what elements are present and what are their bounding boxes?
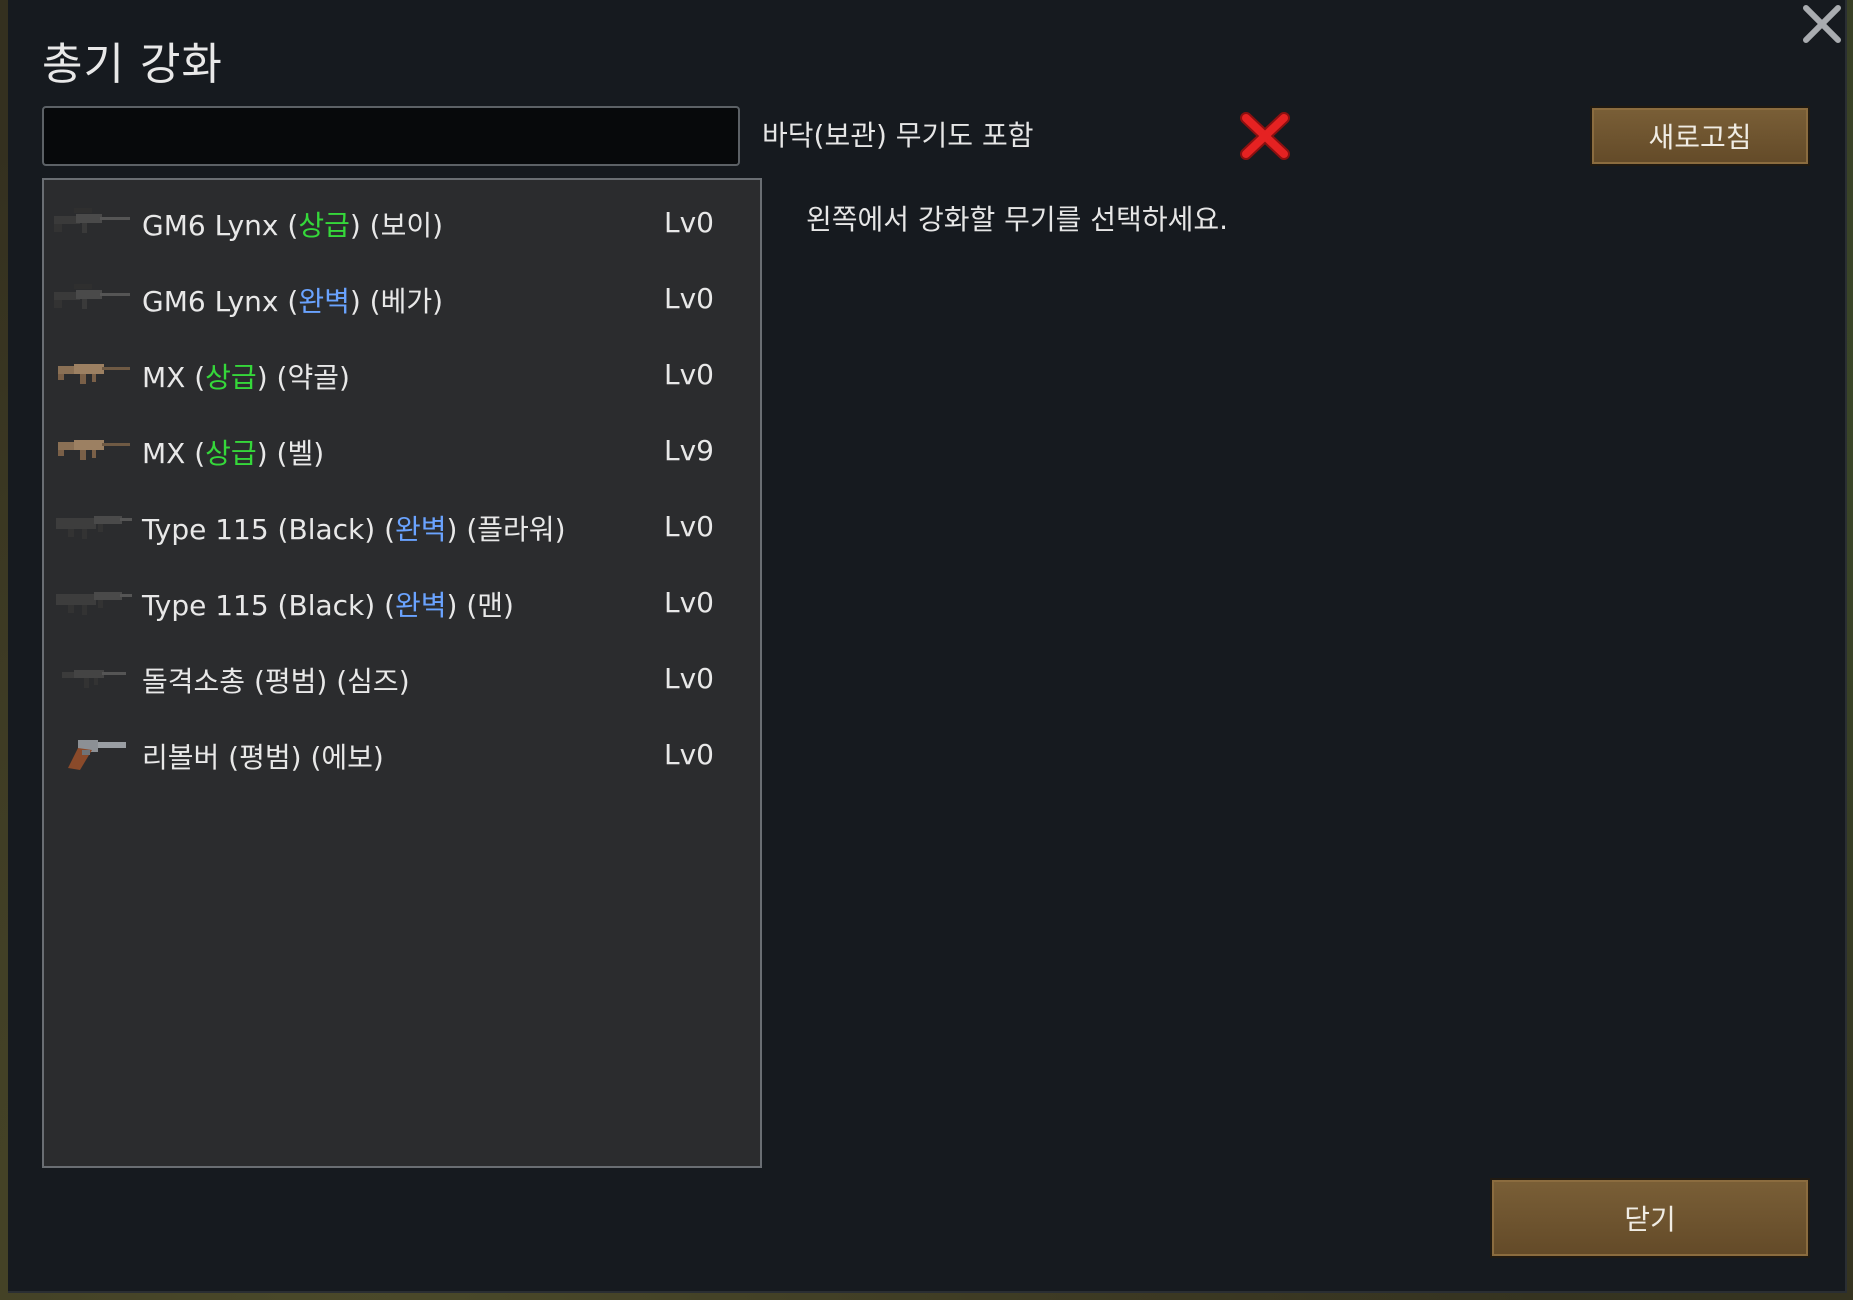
search-input[interactable] [42, 106, 740, 166]
weapon-level: Lv0 [664, 738, 714, 771]
weapon-name: 돌격소총 (평범) (심즈) [142, 665, 410, 698]
close-icon[interactable] [1798, 0, 1846, 48]
weapon-name: GM6 Lynx (완벽) (베가) [142, 285, 444, 318]
bullpup-rifle-icon [56, 516, 132, 539]
weapon-row[interactable]: 리볼버 (평범) (에보) Lv0 [44, 712, 760, 788]
weapon-quality: 완벽 [395, 589, 447, 622]
weapon-row[interactable]: MX (상급) (약골) Lv0 [44, 332, 760, 408]
weapon-upgrade-dialog: 총기 강화 바닥(보관) 무기도 포함 새로고침 GM6 Lynx (상급) (… [8, 0, 1847, 1293]
selection-hint: 왼쪽에서 강화할 무기를 선택하세요. [806, 203, 1229, 236]
include-floor-toggle-off-icon[interactable] [1236, 108, 1294, 164]
weapon-row[interactable]: GM6 Lynx (상급) (보이) Lv0 [44, 180, 760, 256]
weapon-owner: 심즈 [347, 665, 399, 698]
weapon-level: Lv0 [664, 662, 714, 695]
assault-rifle-small-icon [62, 670, 126, 688]
weapon-level: Lv0 [664, 510, 714, 543]
weapon-row[interactable]: MX (상급) (벨) Lv9 [44, 408, 760, 484]
weapon-level: Lv9 [664, 434, 714, 467]
weapon-owner: 베가 [380, 285, 433, 318]
weapon-list: GM6 Lynx (상급) (보이) Lv0 GM6 Lynx (완벽) (베가) L… [42, 178, 762, 1168]
weapon-row[interactable]: GM6 Lynx (완벽) (베가) Lv0 [44, 256, 760, 332]
weapon-level: Lv0 [664, 206, 714, 239]
weapon-model: Type 115 (Black) [142, 589, 376, 622]
revolver-icon [68, 740, 126, 770]
weapon-model: GM6 Lynx [142, 209, 279, 242]
weapon-owner: 벨 [287, 437, 314, 470]
weapon-quality: 평범 [264, 665, 317, 698]
weapon-row[interactable]: Type 115 (Black) (완벽) (플라워) Lv0 [44, 484, 760, 560]
sniper-rifle-icon [54, 284, 130, 309]
weapon-model: 리볼버 [142, 741, 220, 774]
weapon-model: MX [142, 361, 186, 394]
weapon-owner: 맨 [477, 589, 504, 622]
weapon-quality: 평범 [239, 741, 291, 774]
weapon-name: MX (상급) (벨) [142, 437, 325, 470]
weapon-quality: 상급 [205, 437, 257, 470]
weapon-model: 돌격소총 [142, 665, 246, 698]
weapon-owner: 보이 [380, 209, 433, 242]
weapon-quality: 상급 [205, 361, 257, 394]
weapon-row[interactable]: Type 115 (Black) (완벽) (맨) Lv0 [44, 560, 760, 636]
weapon-quality: 완벽 [395, 513, 447, 546]
weapon-name: MX (상급) (약골) [142, 361, 350, 394]
weapon-owner: 약골 [287, 361, 339, 394]
dialog-title: 총기 강화 [42, 39, 223, 90]
weapon-name: GM6 Lynx (상급) (보이) [142, 209, 444, 242]
include-floor-label: 바닥(보관) 무기도 포함 [762, 119, 1034, 152]
weapon-level: Lv0 [664, 282, 714, 315]
weapon-level: Lv0 [664, 586, 714, 619]
weapon-name: Type 115 (Black) (완벽) (플라워) [142, 513, 566, 546]
weapon-level: Lv0 [664, 358, 714, 391]
weapon-model: GM6 Lynx [142, 285, 279, 318]
weapon-name: 리볼버 (평범) (에보) [142, 741, 384, 774]
bullpup-rifle-icon [56, 592, 132, 615]
assault-rifle-icon [58, 440, 130, 460]
weapon-row[interactable]: 돌격소총 (평범) (심즈) Lv0 [44, 636, 760, 712]
close-button[interactable]: 닫기 [1490, 1178, 1810, 1258]
weapon-quality: 상급 [298, 209, 350, 242]
weapon-quality: 완벽 [298, 285, 350, 318]
weapon-name: Type 115 (Black) (완벽) (맨) [142, 589, 514, 622]
weapon-owner: 플라워 [477, 513, 555, 546]
weapon-model: Type 115 (Black) [142, 513, 376, 546]
weapon-owner: 에보 [321, 741, 373, 774]
weapon-model: MX [142, 437, 186, 470]
assault-rifle-icon [58, 364, 130, 384]
sniper-rifle-icon [54, 208, 130, 233]
refresh-button[interactable]: 새로고침 [1590, 106, 1810, 166]
